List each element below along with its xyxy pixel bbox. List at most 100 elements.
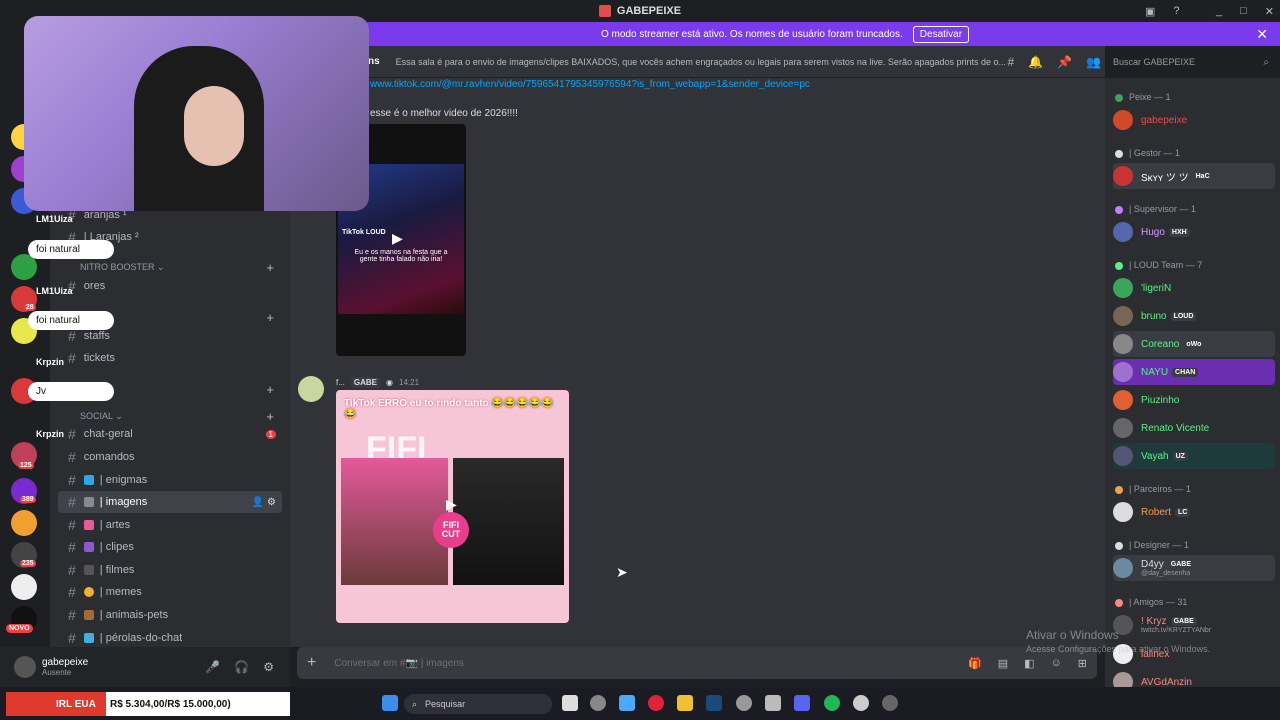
member-item[interactable]: Robert LC: [1113, 499, 1275, 525]
film-emoji-icon: [83, 542, 94, 552]
taskbar-search[interactable]: ⌕ Pesquisar: [404, 694, 552, 714]
inbox-icon[interactable]: ▣: [1145, 5, 1155, 18]
member-item[interactable]: 'ligeriN: [1113, 275, 1275, 301]
channel-item[interactable]: # chat-geral 1: [58, 423, 282, 445]
channel-item[interactable]: # ores: [58, 275, 282, 297]
opera-icon[interactable]: [648, 695, 664, 711]
member-item[interactable]: Renato Vicente: [1113, 415, 1275, 441]
member-item[interactable]: Vayah UZ: [1113, 443, 1275, 469]
category-header[interactable]: NITRO BOOSTER ⌄: [80, 262, 165, 273]
search-input[interactable]: Buscar GABEPEIXE ⌕: [1105, 52, 1275, 72]
member-name: bruno: [1141, 310, 1167, 322]
hash-icon: #: [68, 607, 76, 623]
avatar: [1113, 166, 1133, 186]
add-channel-icon[interactable]: +: [266, 260, 274, 275]
member-item[interactable]: bruno LOUD: [1113, 303, 1275, 329]
play-icon[interactable]: ▶: [392, 230, 410, 248]
taskbar-app-icon[interactable]: [736, 695, 752, 711]
channel-item[interactable]: # tickets: [58, 347, 282, 369]
channel-label: | artes: [99, 519, 131, 531]
pin-icon[interactable]: 📌: [1057, 55, 1072, 69]
member-item[interactable]: AVGdAnzin: [1113, 669, 1275, 687]
video-attachment[interactable]: FIFI TikTok ERRO eu to rindo tanto 😂😂😂😂😂…: [336, 390, 569, 623]
headphones-icon[interactable]: 🎧: [234, 660, 249, 674]
channel-item[interactable]: # | animais-pets: [58, 604, 282, 626]
channel-item[interactable]: # | clipes: [58, 536, 282, 558]
taskbar-app-icon[interactable]: [619, 695, 635, 711]
avatar: [1113, 222, 1133, 242]
channel-settings-icon[interactable]: 👤 ⚙: [252, 497, 276, 508]
maximize-button[interactable]: □: [1240, 5, 1247, 17]
search-icon: ⌕: [412, 698, 418, 709]
steam-icon[interactable]: [706, 695, 722, 711]
channel-item[interactable]: # | filmes: [58, 559, 282, 581]
taskbar-app-icon[interactable]: [590, 695, 606, 711]
gif-icon[interactable]: ▤: [998, 657, 1008, 670]
obs-icon[interactable]: [882, 695, 898, 711]
member-item[interactable]: gabepeixe: [1113, 107, 1275, 133]
avatar[interactable]: [14, 656, 36, 678]
emoji-icon[interactable]: ☺: [1051, 657, 1062, 670]
server-icon[interactable]: [11, 574, 37, 600]
spotify-icon[interactable]: [824, 695, 840, 711]
member-item[interactable]: Hugo HXH: [1113, 219, 1275, 245]
member-item[interactable]: Sĸʏʏ ツ ツ HaC: [1113, 163, 1275, 189]
channel-item[interactable]: # comandos: [58, 446, 282, 468]
add-channel-icon[interactable]: +: [266, 382, 274, 397]
channel-item-imagens[interactable]: # | imagens 👤 ⚙: [58, 491, 282, 513]
add-channel-icon[interactable]: +: [266, 310, 274, 325]
member-item[interactable]: NAYU CHAN: [1113, 359, 1275, 385]
gem-emoji-icon: [83, 633, 94, 643]
bell-icon[interactable]: 🔔: [1028, 55, 1043, 69]
user-controls: 🎤 🎧 ⚙: [205, 660, 274, 674]
apps-icon[interactable]: ⊞: [1078, 657, 1087, 670]
channel-item[interactable]: # | pérolas-do-chat: [58, 627, 282, 649]
server-badge: 28: [24, 304, 36, 311]
message-author[interactable]: f...: [336, 378, 345, 387]
windows-start-icon[interactable]: [382, 695, 398, 711]
discord-icon[interactable]: [794, 695, 810, 711]
chevron-down-icon: ⌄: [157, 262, 165, 272]
member-item[interactable]: Piuzinho: [1113, 387, 1275, 413]
member-item[interactable]: Coreano oWo: [1113, 331, 1275, 357]
microphone-icon[interactable]: 🎤: [205, 660, 220, 674]
laugh-emoji-icon: [83, 587, 94, 597]
category-header[interactable]: SOCIAL ⌄: [80, 411, 123, 422]
channel-label: | enigmas: [99, 474, 148, 486]
threads-icon[interactable]: #: [1007, 55, 1014, 69]
member-item[interactable]: ! Kryz GABE twitch.tv/KRYZTYANbr: [1113, 612, 1275, 638]
windows-activation-title: Ativar o Windows: [1026, 628, 1119, 642]
member-text: ! Kryz GABE twitch.tv/KRYZTYANbr: [1141, 616, 1211, 634]
channel-item[interactable]: # | memes: [58, 581, 282, 603]
taskbar-app-icon[interactable]: [562, 695, 578, 711]
close-window-button[interactable]: ✕: [1265, 5, 1274, 18]
channel-topic[interactable]: Essa sala é para o envio de imagens/clip…: [396, 57, 1006, 67]
members-icon[interactable]: 👥: [1086, 55, 1101, 69]
attach-plus-icon[interactable]: +: [307, 654, 316, 672]
channel-item[interactable]: # | enigmas: [58, 469, 282, 491]
user-info[interactable]: gabepeixe Ausente: [42, 657, 88, 677]
avatar: [1113, 334, 1133, 354]
sticker-icon[interactable]: ◧: [1024, 657, 1034, 670]
message-composer[interactable]: + Conversar em #📷 | imagens 🎁 ▤ ◧ ☺ ⊞: [297, 647, 1097, 679]
server-icon[interactable]: [11, 510, 37, 536]
disable-streamer-button[interactable]: Desativar: [912, 25, 970, 43]
gift-icon[interactable]: 🎁: [968, 657, 982, 670]
category-label: NITRO BOOSTER: [80, 262, 155, 272]
minimize-button[interactable]: _: [1216, 5, 1222, 17]
hash-icon: #: [68, 539, 76, 555]
channel-item[interactable]: # | artes: [58, 514, 282, 536]
taskbar-app-icon[interactable]: [765, 695, 781, 711]
close-banner-icon[interactable]: ✕: [1256, 26, 1268, 43]
member-tag: GABE: [1167, 560, 1195, 569]
gear-icon[interactable]: ⚙: [263, 660, 274, 674]
avatar[interactable]: [298, 376, 324, 402]
play-icon[interactable]: ▶: [446, 496, 457, 513]
help-icon[interactable]: ?: [1173, 5, 1179, 17]
folder-icon[interactable]: [677, 695, 693, 711]
taskbar-app-icon[interactable]: [853, 695, 869, 711]
message-link[interactable]: www.tiktok.com/@mr.ravhen/video/75965417…: [370, 79, 810, 90]
member-item[interactable]: D4yy GABE @day_desenha: [1113, 555, 1275, 581]
add-channel-icon[interactable]: +: [266, 409, 274, 424]
channel-label: | pérolas-do-chat: [99, 632, 183, 644]
